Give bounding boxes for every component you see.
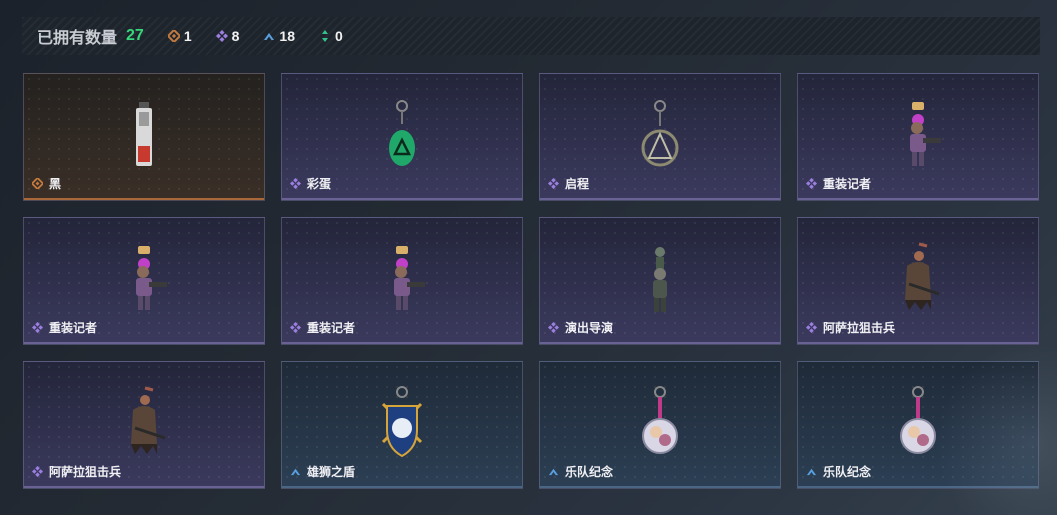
rarity-count-value: 0 (334, 28, 343, 44)
heavy-reporter-figure-icon (136, 246, 167, 310)
heavy-reporter-figure-icon (394, 246, 425, 310)
card-name: 重装记者 (49, 321, 98, 335)
blue-chevron-icon (264, 33, 275, 40)
purple-diamond-icon (806, 322, 817, 333)
purple-diamond-icon (548, 178, 559, 189)
collection-card[interactable]: 乐队纪念 (797, 361, 1039, 489)
collection-card[interactable]: 演出导演 (539, 217, 781, 345)
collection-card[interactable]: 重装记者 (797, 73, 1039, 201)
collection-card[interactable]: 黑 (23, 73, 265, 201)
card-name-row: 乐队纪念 (548, 463, 613, 480)
director-figure-icon (653, 247, 667, 312)
card-name: 重装记者 (823, 177, 872, 191)
orange-diamond-icon (32, 178, 43, 189)
blue-chevron-icon (548, 468, 559, 476)
rarity-count-blue: 18 (263, 28, 295, 44)
collection-card[interactable]: 重装记者 (281, 217, 523, 345)
sniper-figure-icon (905, 242, 940, 310)
purple-diamond-icon (290, 322, 301, 333)
black-pendant-icon (136, 102, 152, 166)
card-name-row: 启程 (548, 175, 589, 192)
card-name-row: 重装记者 (806, 175, 871, 192)
card-name: 彩蛋 (307, 177, 332, 191)
card-name: 雄狮之盾 (307, 465, 356, 479)
card-name-row: 阿萨拉狙击兵 (806, 319, 895, 336)
collection-card[interactable]: 乐队纪念 (539, 361, 781, 489)
blue-chevron-icon (290, 468, 301, 476)
card-name-row: 重装记者 (290, 319, 355, 336)
card-name: 阿萨拉狙击兵 (49, 465, 122, 479)
sniper-figure-icon (131, 386, 166, 454)
blue-chevron-icon (806, 468, 817, 476)
purple-diamond-icon (32, 322, 43, 333)
mountain-pendant-icon (641, 100, 679, 167)
owned-count-label: 已拥有数量 (37, 30, 118, 47)
orange-diamond-icon (167, 30, 180, 42)
collection-card[interactable]: 阿萨拉狙击兵 (23, 361, 265, 489)
green-arrows-icon (321, 30, 328, 42)
purple-diamond-icon (215, 30, 228, 42)
lion-shield-pendant-icon (381, 386, 423, 458)
purple-diamond-icon (290, 178, 301, 189)
purple-diamond-icon (32, 466, 43, 477)
card-name: 黑 (49, 177, 62, 191)
purple-diamond-icon (548, 322, 559, 333)
rarity-count-value: 1 (183, 28, 192, 44)
collection-card[interactable]: 启程 (539, 73, 781, 201)
card-name: 演出导演 (565, 321, 614, 335)
rarity-count-purple: 8 (215, 28, 240, 44)
card-name-row: 乐队纪念 (806, 463, 871, 480)
band-badge-pendant-icon (642, 386, 678, 454)
card-name-row: 重装记者 (32, 319, 97, 336)
heavy-reporter-figure-icon (910, 102, 941, 166)
owned-summary-bar: 已拥有数量 27 1 8 18 0 (22, 17, 1040, 55)
card-name: 阿萨拉狙击兵 (823, 321, 896, 335)
card-name: 乐队纪念 (823, 465, 872, 479)
owned-count-value: 27 (126, 27, 144, 44)
green-egg-pendant-icon (389, 100, 415, 166)
collection-card[interactable]: 阿萨拉狙击兵 (797, 217, 1039, 345)
card-name-row: 演出导演 (548, 319, 613, 336)
rarity-count-value: 18 (279, 28, 295, 44)
purple-diamond-icon (806, 178, 817, 189)
rarity-count-value: 8 (231, 28, 240, 44)
card-name: 启程 (565, 177, 590, 191)
card-name-row: 彩蛋 (290, 175, 331, 192)
collection-card[interactable]: 雄狮之盾 (281, 361, 523, 489)
card-name: 乐队纪念 (565, 465, 614, 479)
collection-card[interactable]: 重装记者 (23, 217, 265, 345)
card-name-row: 阿萨拉狙击兵 (32, 463, 121, 480)
card-name-row: 黑 (32, 175, 61, 192)
collection-grid: 黑 彩蛋 启程 重装记者 重装记者 重装记者 演出导演 阿萨拉狙击兵 阿萨拉狙击… (23, 73, 1039, 489)
rarity-count-orange: 1 (167, 28, 192, 44)
card-name: 重装记者 (307, 321, 356, 335)
collection-card[interactable]: 彩蛋 (281, 73, 523, 201)
card-name-row: 雄狮之盾 (290, 463, 355, 480)
band-badge-pendant-icon (900, 386, 936, 454)
rarity-count-green: 0 (319, 28, 343, 44)
